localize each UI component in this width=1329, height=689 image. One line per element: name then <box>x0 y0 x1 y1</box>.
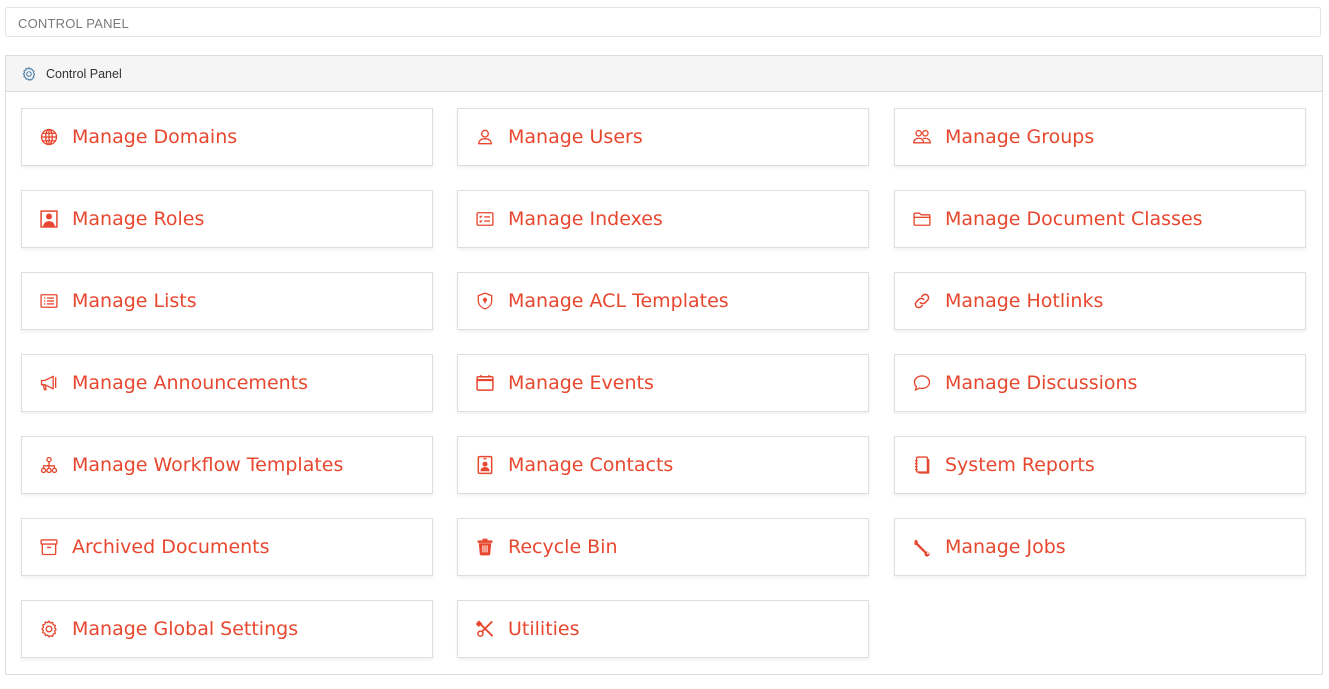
card-label: Manage Announcements <box>72 372 309 394</box>
card-manage-jobs[interactable]: Manage Jobs <box>894 518 1306 576</box>
card-manage-acl-templates[interactable]: Manage ACL Templates <box>457 272 869 330</box>
card-label: Manage Global Settings <box>72 618 299 640</box>
card-manage-users[interactable]: Manage Users <box>457 108 869 166</box>
user-icon <box>474 126 496 148</box>
index-card-icon <box>474 208 496 230</box>
trash-icon <box>474 536 496 558</box>
card-label: Manage Document Classes <box>945 208 1203 230</box>
tools-icon <box>474 618 496 640</box>
card-manage-events[interactable]: Manage Events <box>457 354 869 412</box>
card-label: Manage Discussions <box>945 372 1138 394</box>
card-manage-lists[interactable]: Manage Lists <box>21 272 433 330</box>
link-icon <box>911 290 933 312</box>
card-label: Manage Indexes <box>508 208 663 230</box>
card-label: Manage Workflow Templates <box>72 454 344 476</box>
workflow-icon <box>38 454 60 476</box>
chat-bubble-icon <box>911 372 933 394</box>
gear-icon <box>21 66 37 82</box>
card-manage-roles[interactable]: Manage Roles <box>21 190 433 248</box>
archive-icon <box>38 536 60 558</box>
card-label: System Reports <box>945 454 1095 476</box>
user-badge-icon <box>38 208 60 230</box>
card-label: Manage Users <box>508 126 643 148</box>
globe-icon <box>38 126 60 148</box>
gear-icon <box>38 618 60 640</box>
card-label: Archived Documents <box>72 536 270 558</box>
card-label: Manage Groups <box>945 126 1095 148</box>
wrench-icon <box>911 536 933 558</box>
breadcrumb-text: CONTROL PANEL <box>18 16 129 31</box>
list-icon <box>38 290 60 312</box>
card-label: Manage Hotlinks <box>945 290 1104 312</box>
card-label: Utilities <box>508 618 580 640</box>
card-label: Manage Domains <box>72 126 238 148</box>
card-label: Manage Jobs <box>945 536 1066 558</box>
card-manage-groups[interactable]: Manage Groups <box>894 108 1306 166</box>
megaphone-icon <box>38 372 60 394</box>
card-manage-global-settings[interactable]: Manage Global Settings <box>21 600 433 658</box>
notebook-icon <box>911 454 933 476</box>
card-manage-hotlinks[interactable]: Manage Hotlinks <box>894 272 1306 330</box>
card-label: Manage Contacts <box>508 454 674 476</box>
card-manage-indexes[interactable]: Manage Indexes <box>457 190 869 248</box>
breadcrumb: CONTROL PANEL <box>5 7 1321 37</box>
card-label: Manage ACL Templates <box>508 290 729 312</box>
card-manage-workflow-templates[interactable]: Manage Workflow Templates <box>21 436 433 494</box>
card-manage-discussions[interactable]: Manage Discussions <box>894 354 1306 412</box>
panel-title: Control Panel <box>46 66 122 81</box>
card-label: Recycle Bin <box>508 536 618 558</box>
card-label: Manage Lists <box>72 290 197 312</box>
card-system-reports[interactable]: System Reports <box>894 436 1306 494</box>
card-manage-document-classes[interactable]: Manage Document Classes <box>894 190 1306 248</box>
card-recycle-bin[interactable]: Recycle Bin <box>457 518 869 576</box>
shield-lock-icon <box>474 290 496 312</box>
card-manage-contacts[interactable]: Manage Contacts <box>457 436 869 494</box>
folder-icon <box>911 208 933 230</box>
card-label: Manage Events <box>508 372 654 394</box>
panel-header: Control Panel <box>6 56 1322 92</box>
card-archived-documents[interactable]: Archived Documents <box>21 518 433 576</box>
card-manage-announcements[interactable]: Manage Announcements <box>21 354 433 412</box>
card-manage-domains[interactable]: Manage Domains <box>21 108 433 166</box>
users-icon <box>911 126 933 148</box>
control-panel: Control Panel Manage Domains Manage Users… <box>5 55 1323 675</box>
card-utilities[interactable]: Utilities <box>457 600 869 658</box>
calendar-icon <box>474 372 496 394</box>
card-label: Manage Roles <box>72 208 205 230</box>
contact-card-icon <box>474 454 496 476</box>
